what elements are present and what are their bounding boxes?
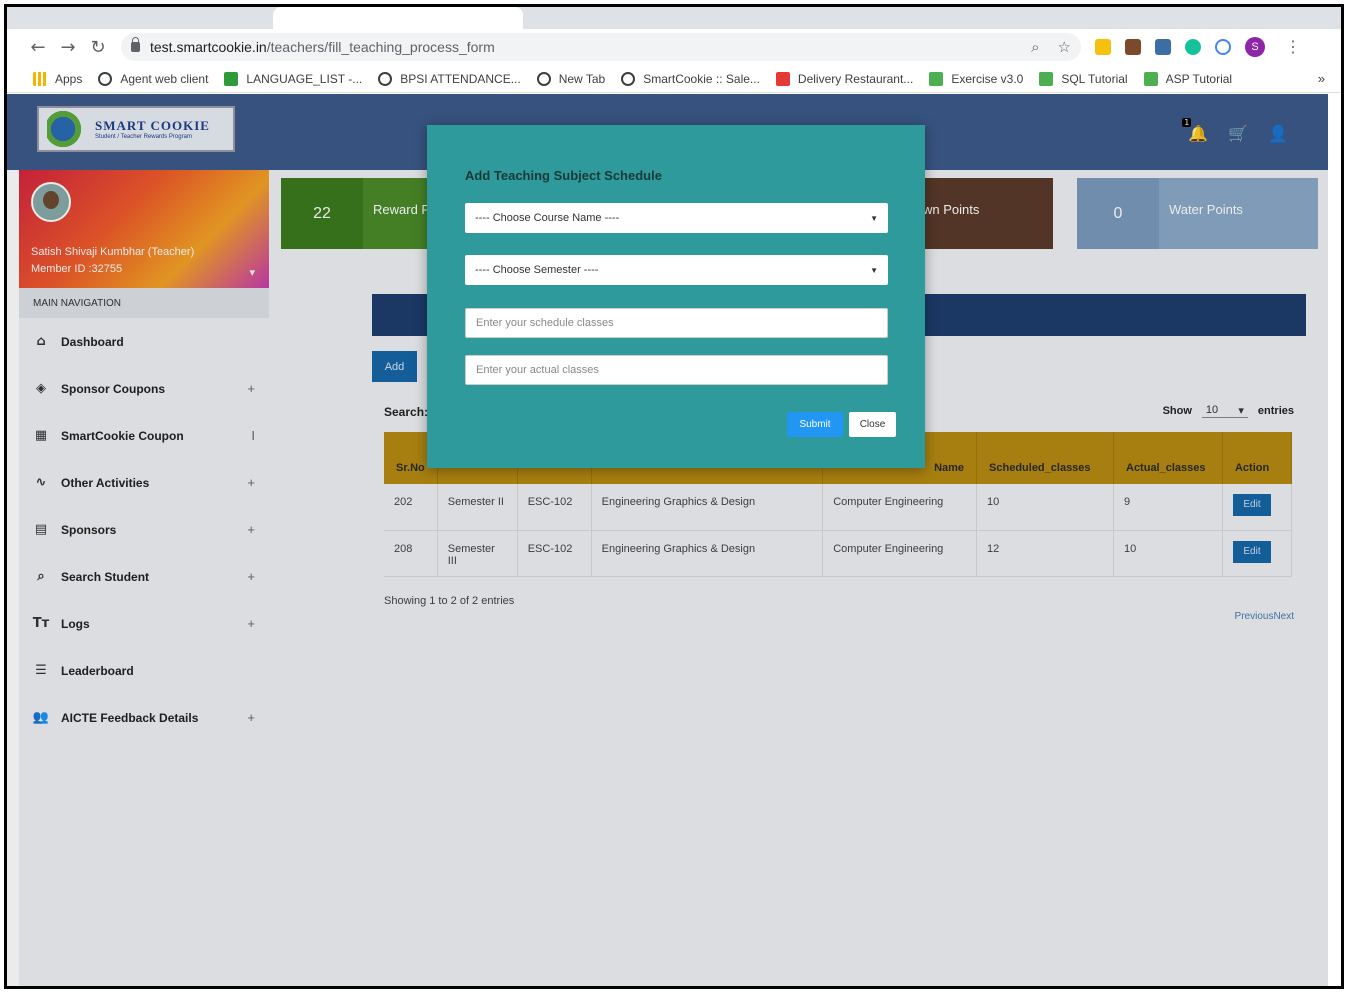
caret-down-icon: ▼ — [870, 213, 878, 223]
add-schedule-modal: Add Teaching Subject Schedule ---- Choos… — [427, 125, 925, 468]
profile-avatar[interactable]: S — [1245, 37, 1265, 57]
extension-icon[interactable] — [1095, 39, 1111, 55]
bookmark-item[interactable]: Delivery Restaurant... — [775, 71, 914, 86]
caret-down-icon: ▼ — [870, 265, 878, 275]
bookmark-item[interactable]: BPSI ATTENDANCE... — [378, 71, 521, 86]
bookmark-item[interactable]: LANGUAGE_LIST -... — [224, 71, 363, 86]
address-bar: ← → ↻ test.smartcookie.in/teachers/fill_… — [7, 29, 1341, 65]
url-path: /teachers/fill_teaching_process_form — [266, 39, 495, 55]
back-icon[interactable]: ← — [23, 32, 53, 62]
plus-icon — [224, 71, 239, 86]
grammarly-icon[interactable] — [1185, 39, 1201, 55]
bookmark-label: SQL Tutorial — [1061, 71, 1128, 86]
bookmark-item[interactable]: New Tab — [536, 71, 606, 86]
bookmark-item[interactable]: Exercise v3.0 — [929, 71, 1024, 86]
url-host: test.smartcookie.in — [150, 39, 267, 55]
extension-icon[interactable] — [1155, 39, 1171, 55]
bookmark-label: LANGUAGE_LIST -... — [246, 71, 363, 86]
apps-icon — [33, 71, 47, 86]
globe-icon — [98, 71, 113, 86]
globe-icon — [378, 71, 393, 86]
course-select-value: ---- Choose Course Name ---- — [475, 212, 620, 224]
bookmark-label: Agent web client — [120, 71, 209, 86]
forward-icon[interactable]: → — [53, 32, 83, 62]
zoom-icon[interactable]: ⌕ — [1031, 38, 1039, 56]
course-select[interactable]: ---- Choose Course Name ---- ▼ — [465, 203, 888, 233]
schedule-classes-input[interactable] — [465, 308, 888, 338]
bookmark-item[interactable]: Agent web client — [98, 71, 209, 86]
bookmark-label: ASP Tutorial — [1165, 71, 1233, 86]
bookmark-label: Exercise v3.0 — [951, 71, 1024, 86]
bookmark-label: SmartCookie :: Sale... — [643, 71, 760, 86]
bookmark-label: New Tab — [558, 71, 606, 86]
semester-select-value: ---- Choose Semester ---- — [475, 264, 599, 276]
extension-icon[interactable] — [1125, 39, 1141, 55]
tab-strip — [7, 7, 1341, 29]
bookmarks-bar: Apps Agent web client LANGUAGE_LIST -...… — [7, 65, 1341, 93]
active-tab[interactable] — [273, 7, 523, 29]
semester-select[interactable]: ---- Choose Semester ---- ▼ — [465, 255, 888, 285]
bookmark-label: Delivery Restaurant... — [797, 71, 914, 86]
bookmark-item[interactable]: SmartCookie :: Sale... — [621, 71, 760, 86]
reload-icon[interactable]: ↻ — [83, 32, 113, 62]
star-icon[interactable]: ☆ — [1058, 38, 1071, 56]
modal-title: Add Teaching Subject Schedule — [465, 168, 662, 183]
globe-icon — [536, 71, 551, 86]
bookmark-apps[interactable]: Apps — [33, 71, 83, 86]
submit-button[interactable]: Submit — [787, 412, 843, 437]
bookmark-label: Apps — [55, 71, 83, 86]
bookmark-item[interactable]: ASP Tutorial — [1143, 71, 1233, 86]
w3-icon — [929, 71, 944, 86]
extension-icon[interactable] — [1215, 39, 1231, 55]
bookmark-label: BPSI ATTENDANCE... — [400, 71, 521, 86]
bookmark-item[interactable]: SQL Tutorial — [1039, 71, 1128, 86]
w3-icon — [1039, 71, 1054, 86]
bookmarks-more-icon[interactable]: » — [1318, 71, 1325, 86]
url-field[interactable]: test.smartcookie.in/teachers/fill_teachi… — [121, 33, 1081, 61]
w3-icon — [1143, 71, 1158, 86]
lock-icon — [131, 37, 140, 52]
actual-classes-input[interactable] — [465, 355, 888, 385]
menu-icon[interactable]: ⋮ — [1285, 37, 1301, 57]
globe-icon — [621, 71, 636, 86]
delivery-icon — [775, 71, 790, 86]
browser-window: ← → ↻ test.smartcookie.in/teachers/fill_… — [4, 4, 1344, 989]
close-button[interactable]: Close — [849, 412, 896, 437]
